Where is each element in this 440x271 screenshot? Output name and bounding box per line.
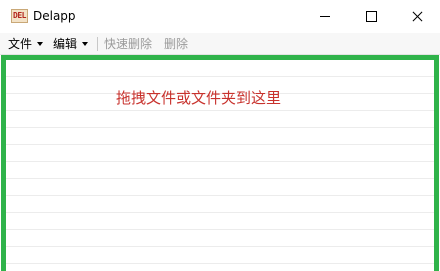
drop-hint-text: 拖拽文件或文件夹到这里 [116,89,282,107]
toolbar-divider [97,37,98,51]
app-logo-icon: DEL [11,9,28,23]
window-title: Delapp [33,9,76,23]
quick-delete-button[interactable]: 快速删除 [104,36,152,52]
maximize-button[interactable] [348,0,394,32]
delete-button[interactable]: 删除 [164,36,188,52]
edit-menu-button[interactable]: 编辑 [53,36,89,52]
file-menu-label: 文件 [8,37,33,51]
file-drop-zone[interactable]: 拖拽文件或文件夹到这里 [1,55,439,271]
app-window: DEL Delapp 文件 编辑 快速删除 删除 拖拽文件或文件夹到这里 [0,0,440,271]
edit-menu-label: 编辑 [53,37,78,51]
minimize-button[interactable] [302,0,348,32]
chevron-down-icon [82,41,89,46]
file-menu-button[interactable]: 文件 [8,36,44,52]
chevron-down-icon [37,41,44,46]
close-button[interactable] [394,0,440,32]
title-bar[interactable]: DEL Delapp [0,0,440,32]
toolbar: 文件 编辑 快速删除 删除 [0,33,440,55]
